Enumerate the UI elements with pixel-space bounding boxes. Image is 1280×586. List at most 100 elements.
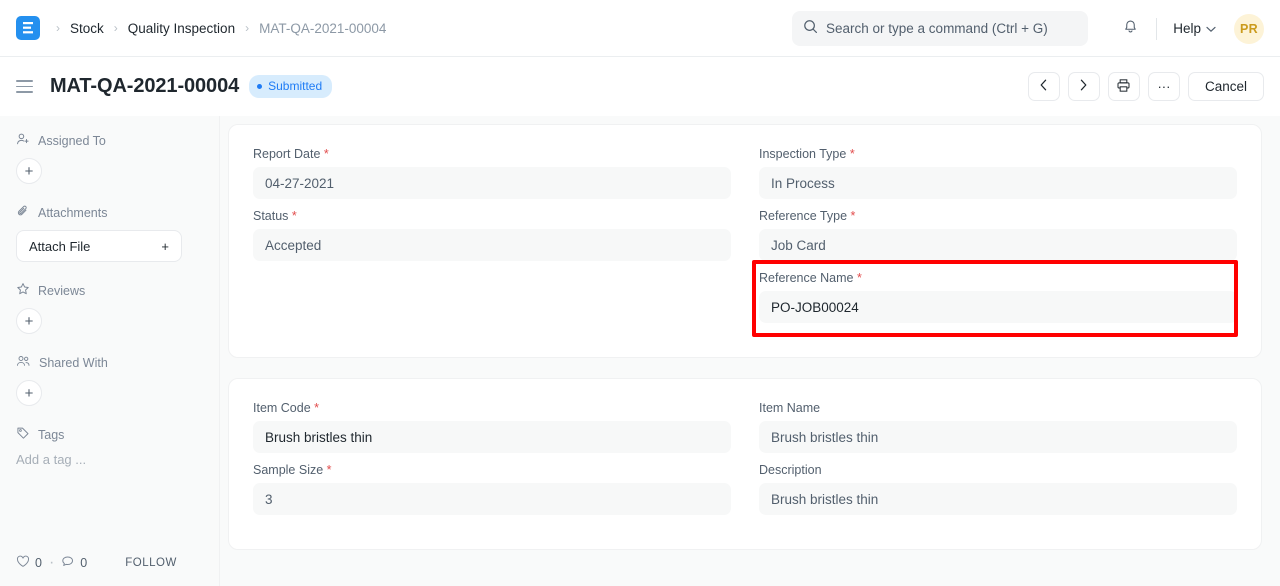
- label-sample-size: Sample Size *: [253, 463, 731, 477]
- required-marker: *: [288, 209, 296, 223]
- bell-icon: [1122, 18, 1139, 40]
- add-tag-input[interactable]: Add a tag ...: [16, 452, 203, 467]
- page-title: MAT-QA-2021-00004: [50, 75, 239, 98]
- page-body: Assigned To + Attachments Attach File +: [0, 116, 1280, 586]
- search-input[interactable]: [826, 21, 1077, 36]
- label-status: Status *: [253, 209, 731, 223]
- label-text: Reference Type: [759, 209, 847, 223]
- form-card-item-details: Item Code * Brush bristles thin Item Nam…: [228, 378, 1262, 550]
- input-item-code[interactable]: Brush bristles thin: [253, 421, 731, 453]
- label-text: Item Code: [253, 401, 311, 415]
- notifications-button[interactable]: [1114, 13, 1146, 45]
- follow-button[interactable]: FOLLOW: [125, 557, 177, 569]
- status-badge: Submitted: [249, 75, 332, 98]
- field-inspection-type: Inspection Type * In Process: [759, 147, 1237, 199]
- label-text: Status: [253, 209, 288, 223]
- field-reference-type: Reference Type * Job Card: [759, 209, 1237, 261]
- label-item-code: Item Code *: [253, 401, 731, 415]
- sidebar-label-attachments: Attachments: [38, 206, 107, 220]
- field-description: Description Brush bristles thin: [759, 463, 1237, 515]
- attach-file-label: Attach File: [29, 239, 90, 254]
- label-item-name: Item Name: [759, 401, 1237, 415]
- add-review-button[interactable]: +: [16, 308, 42, 334]
- sidebar-section-shared-with: Shared With +: [16, 354, 203, 406]
- status-dot-icon: [257, 84, 262, 89]
- search-icon: [803, 19, 818, 39]
- input-reference-type[interactable]: Job Card: [759, 229, 1237, 261]
- breadcrumb-item-stock[interactable]: Stock: [66, 21, 108, 36]
- navbar-divider: [1156, 18, 1157, 40]
- required-marker: *: [854, 271, 862, 285]
- input-description[interactable]: Brush bristles thin: [759, 483, 1237, 515]
- cancel-button[interactable]: Cancel: [1188, 72, 1264, 101]
- next-document-button[interactable]: [1068, 72, 1100, 101]
- print-button[interactable]: [1108, 72, 1140, 101]
- paperclip-icon: [16, 204, 30, 221]
- document-sidebar: Assigned To + Attachments Attach File +: [0, 116, 220, 586]
- field-item-code: Item Code * Brush bristles thin: [253, 401, 731, 453]
- label-text: Sample Size: [253, 463, 323, 477]
- like-count: 0: [35, 556, 42, 570]
- form-grid: Report Date * 04-27-2021 Inspection Type…: [253, 147, 1237, 333]
- attachments-header: Attachments: [16, 204, 203, 221]
- plus-icon: +: [161, 239, 169, 254]
- input-status[interactable]: Accepted: [253, 229, 731, 261]
- chevron-down-icon: [1206, 21, 1216, 36]
- breadcrumb-item-quality-inspection[interactable]: Quality Inspection: [124, 21, 239, 36]
- field-status: Status * Accepted: [253, 209, 731, 261]
- sidebar-label-shared-with: Shared With: [39, 356, 108, 370]
- assign-user-icon: [16, 132, 30, 149]
- chevron-right-icon: [1079, 79, 1088, 94]
- footer-separator: ·: [49, 554, 54, 572]
- sidebar-section-tags: Tags Add a tag ...: [16, 426, 203, 467]
- global-search[interactable]: [792, 11, 1088, 46]
- previous-document-button[interactable]: [1028, 72, 1060, 101]
- help-dropdown[interactable]: Help: [1167, 16, 1222, 41]
- print-icon: [1116, 78, 1131, 96]
- shared-users-icon: [16, 354, 31, 371]
- like-counter[interactable]: 0: [16, 555, 42, 571]
- sidebar-label-assigned-to: Assigned To: [38, 134, 106, 148]
- input-inspection-type[interactable]: In Process: [759, 167, 1237, 199]
- input-sample-size[interactable]: 3: [253, 483, 731, 515]
- top-navbar: › Stock › Quality Inspection › MAT-QA-20…: [0, 0, 1280, 57]
- input-reference-name[interactable]: PO-JOB00024: [759, 291, 1237, 323]
- breadcrumb-separator-0: ›: [50, 21, 66, 35]
- breadcrumb-item-current: MAT-QA-2021-00004: [255, 21, 390, 36]
- input-report-date[interactable]: 04-27-2021: [253, 167, 731, 199]
- reviews-header: Reviews: [16, 282, 203, 299]
- label-text: Inspection Type: [759, 147, 846, 161]
- label-text: Reference Name: [759, 271, 854, 285]
- add-assignment-button[interactable]: +: [16, 158, 42, 184]
- field-item-name: Item Name Brush bristles thin: [759, 401, 1237, 453]
- input-item-name[interactable]: Brush bristles thin: [759, 421, 1237, 453]
- tags-header: Tags: [16, 426, 203, 443]
- required-marker: *: [311, 401, 319, 415]
- attach-file-button[interactable]: Attach File +: [16, 230, 182, 262]
- comment-counter[interactable]: 0: [61, 555, 87, 571]
- form-card-inspection-details: Report Date * 04-27-2021 Inspection Type…: [228, 124, 1262, 358]
- comment-icon: [61, 555, 75, 571]
- document-actions: ··· Cancel: [1028, 57, 1264, 116]
- breadcrumb: › Stock › Quality Inspection › MAT-QA-20…: [50, 21, 390, 36]
- breadcrumb-separator-1: ›: [108, 21, 124, 35]
- form-grid: Item Code * Brush bristles thin Item Nam…: [253, 401, 1237, 525]
- sidebar-toggle-icon[interactable]: [16, 76, 38, 98]
- avatar[interactable]: PR: [1234, 14, 1264, 44]
- app-logo-icon[interactable]: [16, 16, 40, 40]
- sidebar-section-reviews: Reviews +: [16, 282, 203, 334]
- tag-icon: [16, 426, 30, 443]
- add-share-button[interactable]: +: [16, 380, 42, 406]
- status-badge-label: Submitted: [268, 79, 322, 93]
- more-options-button[interactable]: ···: [1148, 72, 1180, 101]
- sidebar-label-reviews: Reviews: [38, 284, 85, 298]
- label-reference-name: Reference Name *: [759, 271, 1237, 285]
- sidebar-section-attachments: Attachments Attach File +: [16, 204, 203, 262]
- field-sample-size: Sample Size * 3: [253, 463, 731, 515]
- shared-with-header: Shared With: [16, 354, 203, 371]
- label-reference-type: Reference Type *: [759, 209, 1237, 223]
- label-description: Description: [759, 463, 1237, 477]
- search-box[interactable]: [792, 11, 1088, 46]
- sidebar-label-tags: Tags: [38, 428, 64, 442]
- required-marker: *: [320, 147, 328, 161]
